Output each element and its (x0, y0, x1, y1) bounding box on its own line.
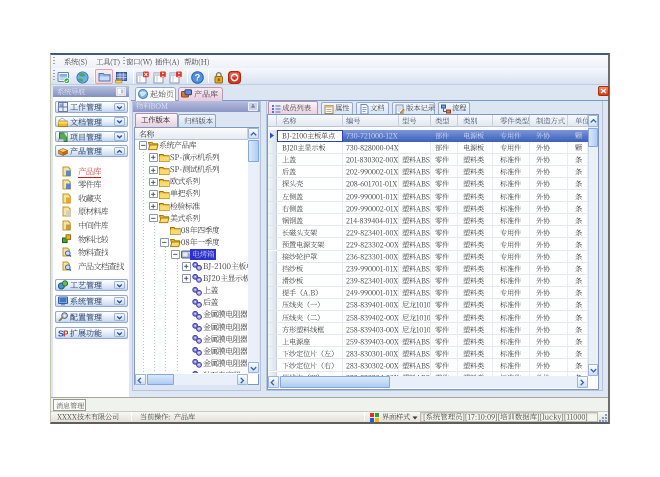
svg-text:P: P (63, 329, 68, 339)
svg-text:?: ? (194, 72, 200, 82)
